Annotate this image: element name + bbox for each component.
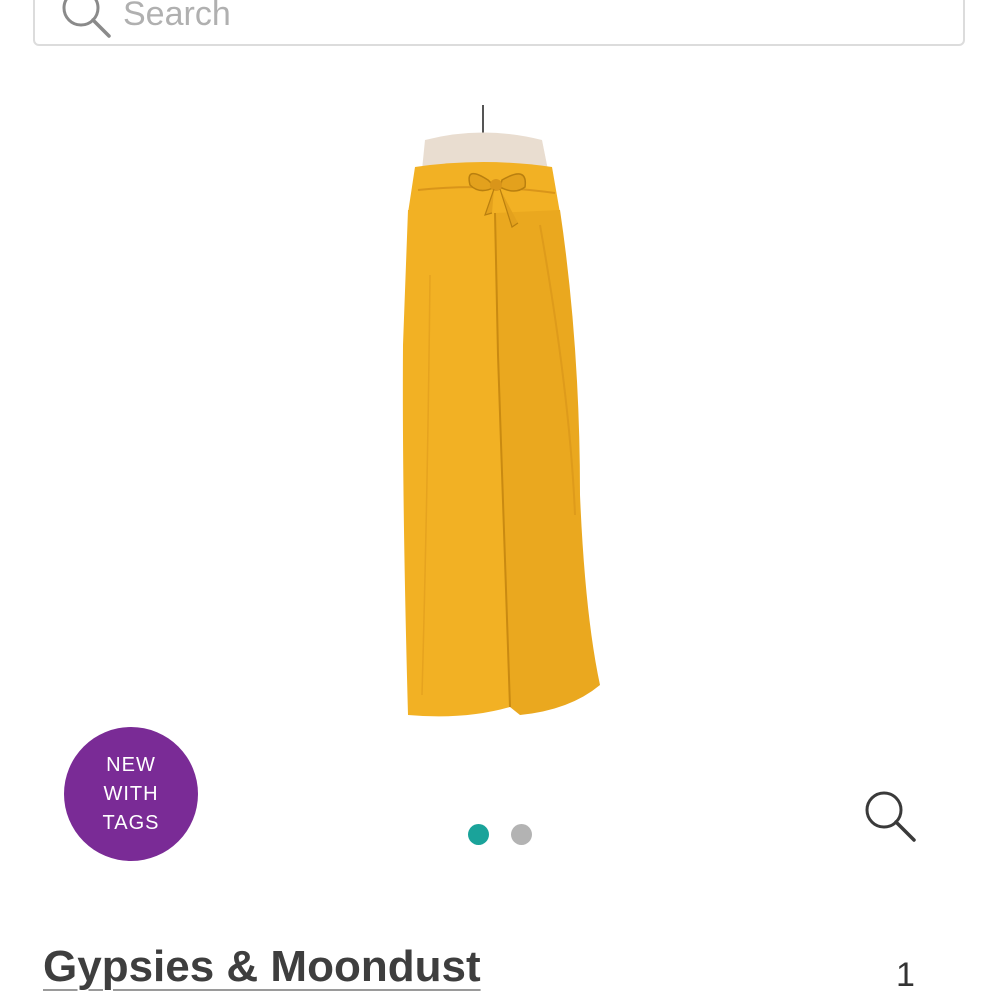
search-input[interactable]: [123, 0, 923, 44]
search-icon: [62, 0, 111, 38]
product-page: NEW WITH TAGS Gypsies & Moondust 1: [0, 0, 1000, 1000]
product-image[interactable]: [370, 95, 630, 735]
quantity-value: 1: [896, 956, 915, 994]
new-with-tags-badge: NEW WITH TAGS: [64, 727, 198, 861]
carousel-dot-active[interactable]: [468, 824, 489, 845]
carousel-dot[interactable]: [511, 824, 532, 845]
zoom-icon[interactable]: [862, 788, 918, 844]
brand-link[interactable]: Gypsies & Moondust: [43, 942, 481, 992]
carousel-dots: [468, 824, 532, 845]
badge-line-2: WITH: [103, 782, 159, 805]
search-bar[interactable]: [33, 0, 965, 46]
badge-line-1: NEW: [106, 753, 156, 776]
badge-line-3: TAGS: [102, 811, 160, 834]
